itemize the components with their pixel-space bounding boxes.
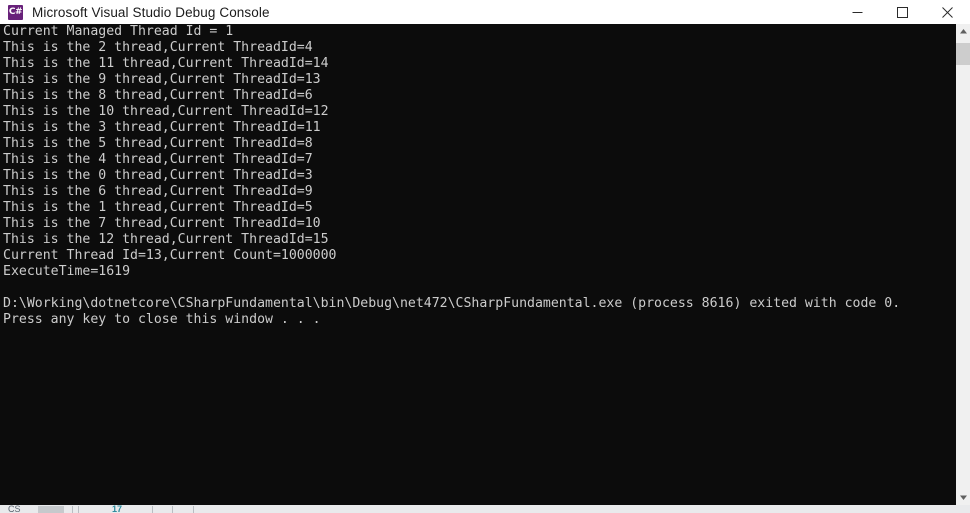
console-line: This is the 9 thread,Current ThreadId=13 [3,72,321,87]
minimize-button[interactable] [835,0,880,24]
window-title: Microsoft Visual Studio Debug Console [32,4,270,20]
taskbar-divider [152,506,153,513]
console-line: This is the 3 thread,Current ThreadId=11 [3,120,321,135]
taskbar-placeholder-box [38,506,64,513]
title-bar[interactable]: C# Microsoft Visual Studio Debug Console [0,0,970,24]
window-controls [835,0,970,24]
taskbar-divider [72,506,73,513]
console-line: Press any key to close this window . . . [3,312,321,327]
debug-console-window: C# Microsoft Visual Studio Debug Console [0,0,970,513]
console-line: This is the 11 thread,Current ThreadId=1… [3,56,329,71]
console-output-area[interactable]: Current Managed Thread Id = 1 This is the… [0,24,956,513]
close-button[interactable] [925,0,970,24]
taskbar-item-label: CS [8,505,21,513]
taskbar-divider [172,506,173,513]
scroll-down-arrow-icon[interactable] [956,490,970,505]
csharp-console-icon: C# [8,4,23,20]
console-line: This is the 0 thread,Current ThreadId=3 [3,168,313,183]
taskbar-divider [78,506,79,513]
console-text: Current Managed Thread Id = 1 This is the… [3,24,900,328]
console-line: ExecuteTime=1619 [3,264,131,279]
console-line: D:\Working\dotnetcore\CSharpFundamental\… [3,296,901,311]
console-line: This is the 1 thread,Current ThreadId=5 [3,200,313,215]
console-line: Current Managed Thread Id = 1 [3,24,234,39]
maximize-button[interactable] [880,0,925,24]
taskbar-divider [193,506,194,513]
console-line: This is the 7 thread,Current ThreadId=10 [3,216,321,231]
taskbar-item-label: 17 [112,505,123,513]
console-line: This is the 8 thread,Current ThreadId=6 [3,88,313,103]
scroll-up-arrow-icon[interactable] [956,24,970,39]
vertical-scrollbar[interactable] [956,24,970,505]
console-line: This is the 5 thread,Current ThreadId=8 [3,136,313,151]
console-line: This is the 4 thread,Current ThreadId=7 [3,152,313,167]
console-line: This is the 2 thread,Current ThreadId=4 [3,40,313,55]
console-line: This is the 10 thread,Current ThreadId=1… [3,104,329,119]
background-taskbar-strip: CS 17 [0,505,970,513]
scrollbar-track[interactable] [956,39,970,490]
console-line: This is the 12 thread,Current ThreadId=1… [3,232,329,247]
scrollbar-thumb[interactable] [956,43,970,65]
console-line: Current Thread Id=13,Current Count=10000… [3,248,337,263]
console-line: This is the 6 thread,Current ThreadId=9 [3,184,313,199]
